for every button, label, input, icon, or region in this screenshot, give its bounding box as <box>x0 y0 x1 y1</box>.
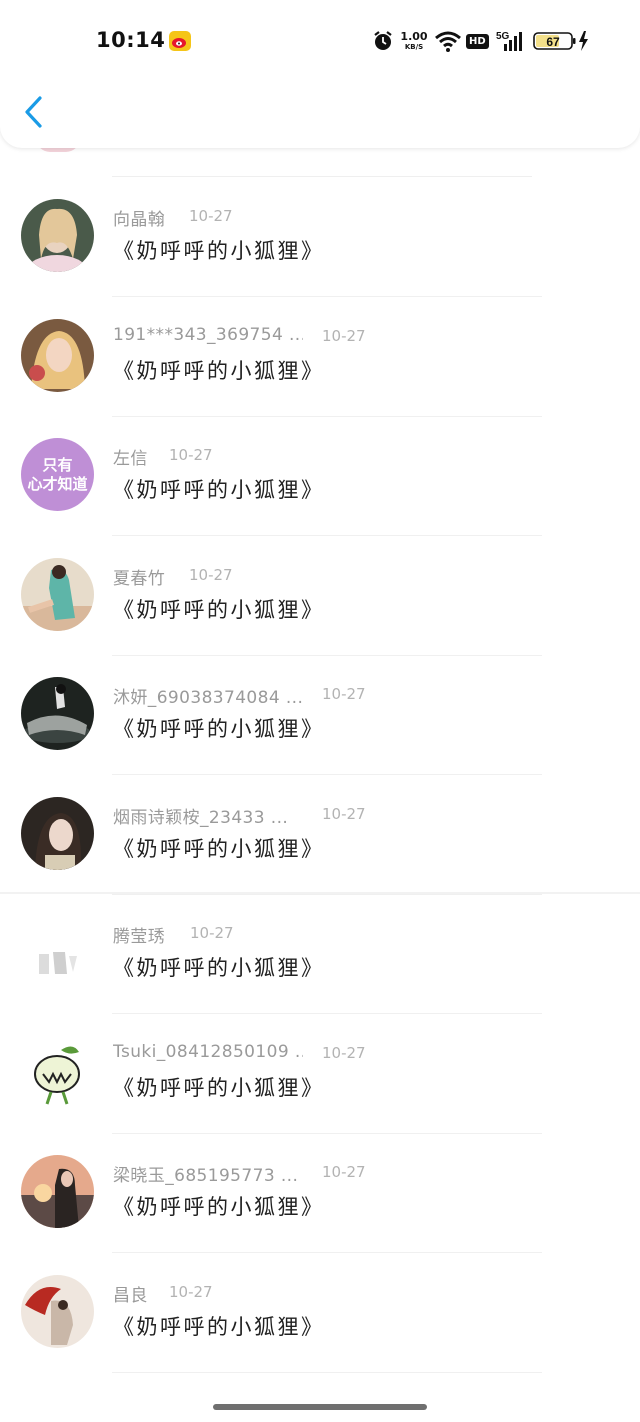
network-label: 5G <box>496 31 510 42</box>
net-speed: 1.00 KB/S <box>399 28 429 54</box>
net-speed-value: 1.00 <box>400 29 428 43</box>
avatar-text-line: 只有 <box>42 455 73 474</box>
hd-icon: HD <box>466 28 489 54</box>
item-title[interactable]: 《奶呼呼的小狐狸》 <box>113 474 325 504</box>
username[interactable]: 向晶翰 <box>113 205 165 230</box>
username[interactable]: Tsuki_08412850109 ... <box>113 1042 303 1062</box>
wifi-icon <box>435 31 461 52</box>
net-speed-unit: KB/S <box>404 42 424 51</box>
post-date: 10-27 <box>322 327 366 345</box>
post-date: 10-27 <box>169 1283 213 1301</box>
hd-label: HD <box>466 33 489 49</box>
username[interactable]: 烟雨诗颖桉_23433 ... <box>113 803 288 828</box>
username[interactable]: 夏春竹 <box>113 564 165 589</box>
username[interactable]: 腾莹琇 <box>113 922 165 947</box>
post-date: 10-27 <box>322 805 366 823</box>
avatar[interactable] <box>21 319 94 392</box>
avatar[interactable] <box>21 677 94 750</box>
post-date: 10-27 <box>189 207 233 225</box>
item-title[interactable]: 《奶呼呼的小狐狸》 <box>113 1311 325 1341</box>
list-item[interactable]: Tsuki_08412850109 ... 10-27 《奶呼呼的小狐狸》 <box>0 1014 640 1134</box>
list-item[interactable]: 向晶翰 10-27 《奶呼呼的小狐狸》 <box>0 177 640 297</box>
avatar[interactable] <box>21 199 94 272</box>
item-title[interactable]: 《奶呼呼的小狐狸》 <box>113 594 325 624</box>
top-bar: 10:14 1.00 KB/S HD 5G 67 <box>0 0 640 148</box>
avatar[interactable] <box>21 1155 94 1228</box>
back-arrow-icon[interactable] <box>22 94 46 130</box>
avatar[interactable] <box>21 1275 94 1348</box>
avatar-text-line: 心才知道 <box>27 474 88 493</box>
username[interactable]: 昌良 <box>113 1281 148 1306</box>
signal-icon: 5G <box>496 31 522 51</box>
username[interactable]: 梁晓玉_685195773 ... <box>113 1161 298 1186</box>
avatar[interactable] <box>21 558 94 631</box>
home-indicator[interactable] <box>213 1404 427 1410</box>
item-title[interactable]: 《奶呼呼的小狐狸》 <box>113 355 325 385</box>
list-item[interactable]: 沐妍_69038374084 ... 10-27 《奶呼呼的小狐狸》 <box>0 655 640 775</box>
item-title[interactable]: 《奶呼呼的小狐狸》 <box>113 1072 325 1102</box>
list-item[interactable]: 烟雨诗颖桉_23433 ... 10-27 《奶呼呼的小狐狸》 <box>0 775 640 895</box>
status-time: 10:14 <box>96 28 166 52</box>
item-title[interactable]: 《奶呼呼的小狐狸》 <box>113 1191 325 1221</box>
avatar-text: 只有 心才知道 <box>21 438 94 511</box>
battery-icon: 67 <box>533 31 588 51</box>
avatar[interactable] <box>21 1036 94 1109</box>
avatar[interactable]: 只有 心才知道 <box>21 438 94 511</box>
username[interactable]: 191***343_369754 ... <box>113 325 303 345</box>
list-item[interactable]: 梁晓玉_685195773 ... 10-27 《奶呼呼的小狐狸》 <box>0 1133 640 1253</box>
post-date: 10-27 <box>169 446 213 464</box>
list-item[interactable]: 昌良 10-27 《奶呼呼的小狐狸》 <box>0 1253 640 1373</box>
item-title[interactable]: 《奶呼呼的小狐狸》 <box>113 235 325 265</box>
item-title[interactable]: 《奶呼呼的小狐狸》 <box>113 952 325 982</box>
username[interactable]: 左信 <box>113 444 148 469</box>
alarm-icon <box>374 31 392 50</box>
post-date: 10-27 <box>190 924 234 942</box>
weibo-icon <box>169 31 191 51</box>
list-item[interactable]: 夏春竹 10-27 《奶呼呼的小狐狸》 <box>0 536 640 656</box>
post-date: 10-27 <box>322 685 366 703</box>
divider <box>112 1371 542 1373</box>
list-item[interactable]: 191***343_369754 ... 10-27 《奶呼呼的小狐狸》 <box>0 297 640 417</box>
username[interactable]: 沐妍_69038374084 ... <box>113 683 303 708</box>
list-item[interactable]: 只有 心才知道 左信 10-27 《奶呼呼的小狐狸》 <box>0 416 640 536</box>
item-title[interactable]: 《奶呼呼的小狐狸》 <box>113 713 325 743</box>
avatar[interactable] <box>21 797 94 870</box>
post-date: 10-27 <box>189 566 233 584</box>
avatar[interactable] <box>21 916 94 989</box>
item-title[interactable]: 《奶呼呼的小狐狸》 <box>113 833 325 863</box>
battery-level: 67 <box>546 35 560 49</box>
post-date: 10-27 <box>322 1044 366 1062</box>
post-date: 10-27 <box>322 1163 366 1181</box>
list-item[interactable]: 腾莹琇 10-27 《奶呼呼的小狐狸》 <box>0 894 640 1014</box>
